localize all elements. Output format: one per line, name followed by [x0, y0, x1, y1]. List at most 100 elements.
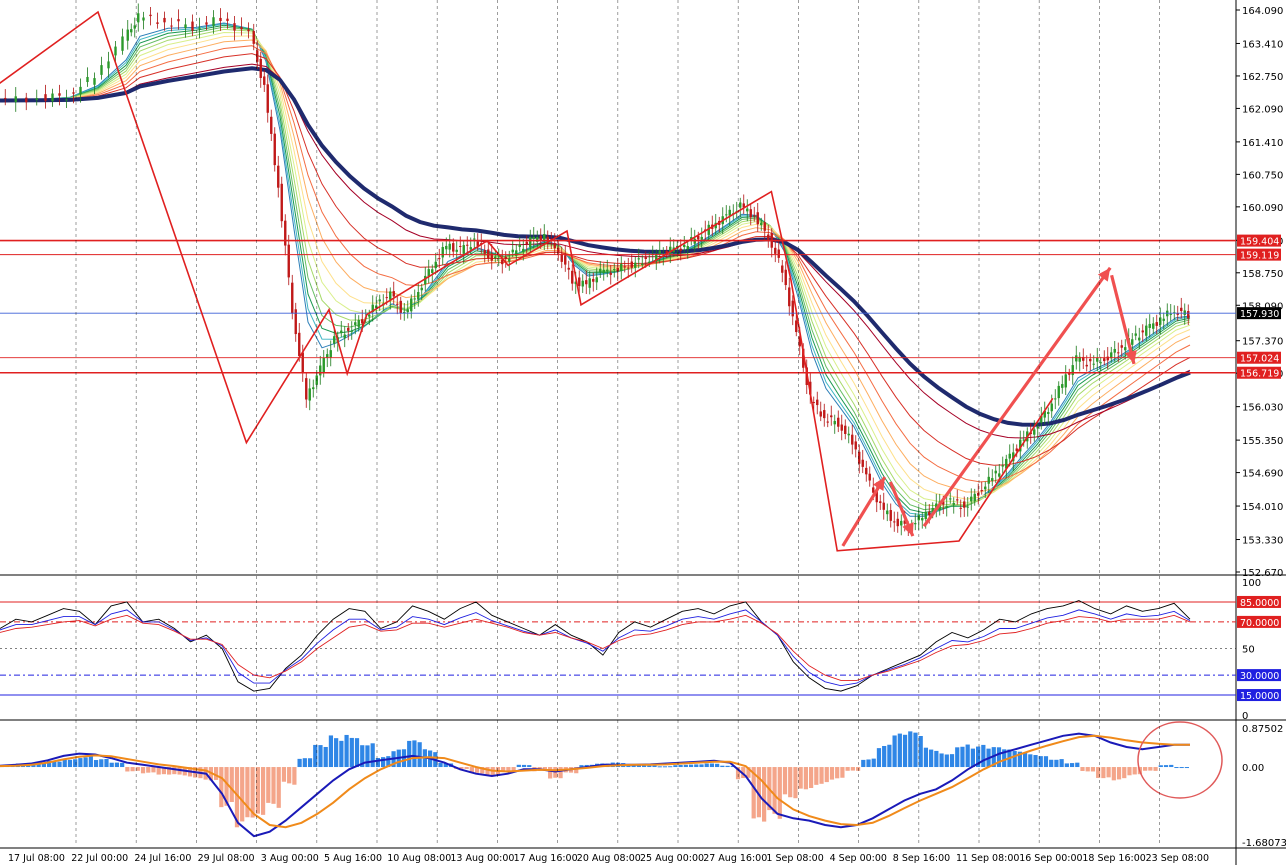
candle-body: [1145, 325, 1148, 336]
x-tick-label: 29 Jul 08:00: [198, 853, 255, 864]
candle-body: [973, 493, 976, 502]
candle-body: [812, 402, 815, 404]
macd-y-tick-label: -1.68073: [1242, 838, 1286, 849]
osc-level-label: 30.0000: [1240, 671, 1279, 682]
candle-body: [914, 523, 917, 525]
macd-histogram-bar: [323, 746, 328, 768]
candle-body: [368, 314, 371, 317]
macd-histogram-bar: [1184, 767, 1189, 769]
macd-histogram-bar: [939, 753, 944, 768]
candle-body: [774, 247, 777, 254]
candle-body: [865, 467, 868, 475]
macd-histogram-bar: [793, 767, 798, 799]
candle-body: [1036, 426, 1039, 429]
macd-histogram-bar: [349, 737, 354, 768]
candle-body: [963, 501, 966, 508]
candle-body: [725, 214, 728, 216]
candle-body: [329, 350, 332, 358]
candle-body: [606, 269, 609, 272]
candle-body: [700, 236, 703, 240]
candle-body: [595, 277, 598, 283]
candle-body: [784, 269, 787, 286]
candle-body: [788, 287, 791, 307]
candle-body: [1131, 339, 1134, 345]
macd-histogram-bar: [1132, 767, 1137, 775]
macd-histogram-bar: [1127, 767, 1132, 776]
candle-body: [107, 61, 110, 69]
candle-body: [893, 521, 896, 523]
y-tick-label: 164.090: [1242, 6, 1283, 17]
candle-body: [767, 234, 770, 240]
x-tick-label: 17 Aug 16:00: [514, 853, 578, 864]
candle-body: [1064, 374, 1067, 388]
candle-body: [553, 243, 556, 249]
candle-body: [441, 246, 444, 258]
macd-histogram-bar: [1101, 767, 1106, 779]
candle-body: [648, 261, 651, 263]
macd-histogram-bar: [814, 767, 819, 785]
macd-histogram-bar: [882, 745, 887, 768]
candle-body: [609, 272, 612, 275]
x-tick-label: 20 Aug 08:00: [577, 853, 641, 864]
x-tick-label: 22 Jul 00:00: [71, 853, 128, 864]
candle-body: [86, 76, 89, 83]
candle-body: [1152, 323, 1155, 329]
y-tick-label: 160.750: [1242, 170, 1283, 181]
candle-body: [1180, 307, 1183, 312]
candle-body: [259, 58, 262, 78]
candle-body: [452, 243, 455, 252]
candle-body: [137, 13, 140, 23]
macd-histogram-bar: [146, 767, 151, 773]
candle-body: [79, 86, 82, 95]
candle-body: [777, 249, 780, 258]
price-level-label: 157.024: [1240, 354, 1279, 365]
candle-body: [273, 133, 276, 166]
candle-body: [270, 116, 273, 134]
macd-histogram-bar: [709, 763, 715, 768]
candle-body: [357, 319, 360, 327]
candle-body: [1089, 358, 1092, 362]
candle-body: [588, 278, 591, 288]
macd-histogram-bar: [808, 767, 814, 788]
candle-body: [952, 502, 955, 505]
macd-histogram-bar: [521, 764, 527, 768]
osc-y-tick-label: 50: [1242, 645, 1255, 656]
macd-histogram-bar: [855, 767, 861, 771]
candle-body: [1054, 398, 1057, 400]
candle-body: [1106, 356, 1109, 361]
macd-histogram-bar: [923, 747, 929, 768]
macd-histogram-bar: [861, 759, 866, 768]
macd-histogram-bar: [715, 763, 720, 768]
candle-body: [1134, 333, 1137, 336]
price-level-label: 157.930: [1240, 309, 1279, 320]
macd-histogram-bar: [934, 750, 939, 768]
candle-body: [602, 269, 605, 273]
macd-histogram-bar: [949, 754, 955, 768]
macd-histogram-bar: [104, 759, 109, 768]
macd-histogram-bar: [960, 746, 965, 768]
macd-histogram-bar: [725, 765, 730, 768]
macd-histogram-bar: [840, 767, 845, 778]
x-tick-label: 3 Aug 00:00: [261, 853, 319, 864]
macd-histogram-bar: [125, 767, 130, 772]
candle-body: [100, 65, 103, 75]
candle-body: [198, 27, 201, 29]
candle-body: [114, 46, 117, 56]
candle-body: [658, 250, 661, 255]
x-tick-label: 13 Aug 00:00: [450, 853, 514, 864]
macd-histogram-bar: [876, 748, 882, 768]
candle-body: [564, 255, 567, 265]
candle-body: [1047, 412, 1050, 414]
macd-histogram-bar: [1143, 767, 1148, 771]
candle-body: [886, 510, 889, 515]
candle-body: [623, 266, 626, 268]
macd-histogram-bar: [1064, 763, 1069, 768]
candle-body: [1008, 453, 1011, 459]
candle-body: [781, 265, 784, 273]
candle-body: [980, 490, 983, 492]
macd-histogram-bar: [381, 757, 386, 768]
candle-body: [487, 249, 490, 258]
candle-body: [322, 357, 325, 373]
candle-body: [1187, 311, 1190, 319]
candle-body: [350, 330, 353, 332]
